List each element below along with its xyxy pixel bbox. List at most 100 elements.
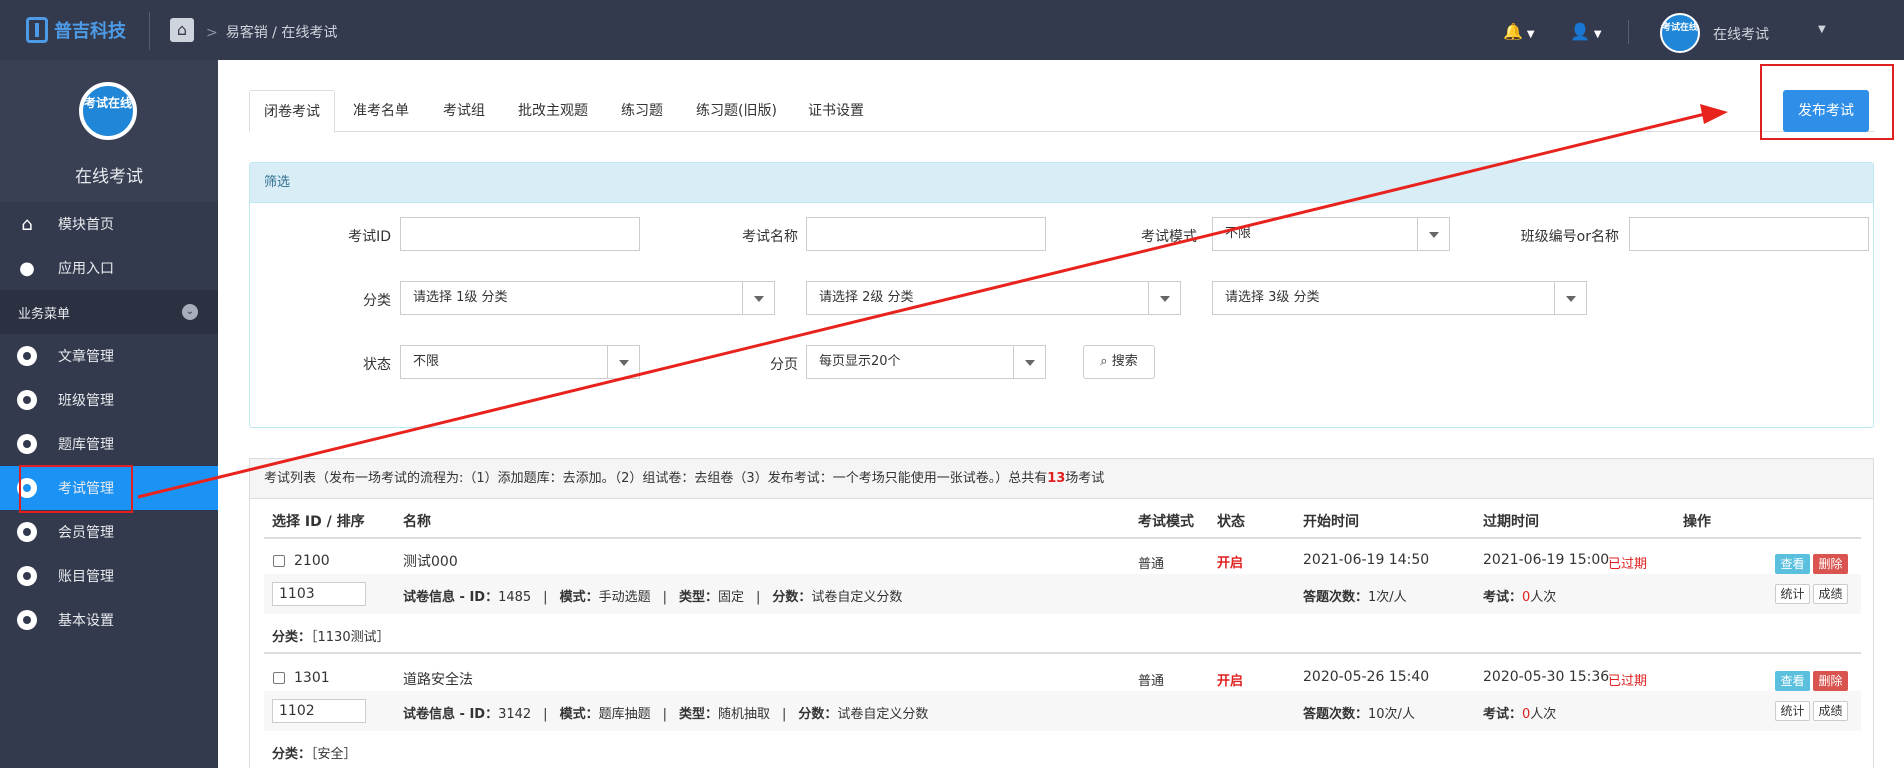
category-level3-select[interactable]: 请选择 3级 分类 — [1212, 281, 1587, 315]
sidebar-item-label: 应用入口 — [58, 261, 114, 277]
pick-mode: 题库抽题 — [598, 707, 651, 722]
sidebar-item-accounts[interactable]: 账目管理 — [0, 554, 218, 598]
examined-unit: 人次 — [1530, 590, 1557, 605]
tab-grade-subjective[interactable]: 批改主观题 — [504, 90, 602, 132]
examined-label: 考试： — [1483, 590, 1523, 605]
pick-mode-label: 模式： — [559, 707, 599, 722]
notification-bell-icon[interactable]: 🔔 ▼ — [1503, 22, 1535, 41]
home-icon[interactable]: ⌂ — [170, 18, 194, 42]
tab-exam-group[interactable]: 考试组 — [429, 90, 499, 132]
breadcrumb: > 易客销 / 在线考试 — [206, 22, 337, 42]
sidebar-item-members[interactable]: 会员管理 — [0, 510, 218, 554]
chevron-down-icon — [1013, 346, 1045, 378]
exam-mode: 普通 — [1138, 557, 1165, 572]
sidebar-logo: 考试在线 — [79, 82, 137, 140]
avatar[interactable]: 考试在线 — [1660, 13, 1700, 53]
home-icon: ⌂ — [21, 213, 33, 235]
sidebar-section-business[interactable]: 业务菜单 ⌄ — [0, 290, 218, 334]
category-value: ［1130测试］ — [311, 630, 390, 645]
chevron-down-icon — [1417, 218, 1449, 250]
stats-button[interactable]: 统计 — [1775, 584, 1810, 604]
score-label: 分数： — [772, 590, 812, 605]
score-label: 分数： — [798, 707, 838, 722]
pick-mode: 手动选题 — [598, 590, 651, 605]
sidebar-header: 考试在线 在线考试 — [0, 60, 218, 202]
user-menu-icon[interactable]: 👤 ▼ — [1570, 22, 1602, 41]
class-input[interactable] — [1629, 217, 1869, 251]
chevron-down-icon — [1148, 282, 1180, 314]
column-header-status: 状态 — [1217, 514, 1245, 530]
breadcrumb-text[interactable]: 易客销 / 在线考试 — [226, 25, 338, 41]
paper-info-label: 试卷信息 - ID： — [403, 590, 499, 605]
sidebar: 考试在线 在线考试 ⌂ 模块首页 ● 应用入口 业务菜单 ⌄ 文章管理 班级管理… — [0, 60, 218, 768]
filter-panel: 筛选 考试ID 考试名称 考试模式 不限 班级编号or名称 分类 请选择 1级 … — [249, 162, 1874, 428]
tab-practice-legacy[interactable]: 练习题(旧版) — [682, 90, 791, 132]
brand-logo[interactable]: 普吉科技 — [26, 16, 126, 44]
category-value: ［安全］ — [311, 747, 357, 762]
sidebar-item-question-bank[interactable]: 题库管理 — [0, 422, 218, 466]
brand-name: 普吉科技 — [54, 21, 126, 42]
user-name[interactable]: 在线考试 — [1713, 24, 1769, 44]
sidebar-item-home[interactable]: ⌂ 模块首页 — [0, 202, 218, 246]
row-select-checkbox[interactable] — [273, 672, 285, 684]
delete-button[interactable]: 删除 — [1813, 671, 1848, 691]
paging-select[interactable]: 每页显示20个 — [806, 345, 1046, 379]
chevron-down-icon: ▼ — [1593, 29, 1602, 40]
sidebar-item-settings[interactable]: 基本设置 — [0, 598, 218, 642]
expired-label: 已过期 — [1608, 557, 1648, 572]
examined-unit: 人次 — [1530, 707, 1557, 722]
exam-id: 1301 — [294, 670, 330, 686]
examined-label: 考试： — [1483, 707, 1523, 722]
tab-certificate-settings[interactable]: 证书设置 — [794, 90, 878, 132]
score-mode: 试卷自定义分数 — [811, 590, 903, 605]
exam-name[interactable]: 测试000 — [403, 551, 458, 571]
chevron-down-icon — [1554, 282, 1586, 314]
sidebar-item-classes[interactable]: 班级管理 — [0, 378, 218, 422]
exam-name[interactable]: 道路安全法 — [403, 669, 473, 689]
score-mode: 试卷自定义分数 — [837, 707, 929, 722]
sidebar-item-articles[interactable]: 文章管理 — [0, 334, 218, 378]
attempts-value: 1次/人 — [1368, 590, 1407, 605]
attempts-label: 答题次数： — [1303, 707, 1369, 722]
category-level2-select[interactable]: 请选择 2级 分类 — [806, 281, 1181, 315]
filter-title: 筛选 — [250, 163, 1873, 203]
exam-mode-select[interactable]: 不限 — [1212, 217, 1450, 251]
status-value: 不限 — [413, 354, 440, 369]
search-button-label: 搜索 — [1111, 354, 1138, 369]
grades-button[interactable]: 成绩 — [1813, 701, 1848, 721]
exam-list-panel: 考试列表（发布一场考试的流程为:（1）添加题库：去添加。（2）组试卷：去组卷（3… — [249, 458, 1874, 768]
status-badge: 开启 — [1217, 556, 1244, 571]
delete-button[interactable]: 删除 — [1813, 554, 1848, 574]
tab-practice[interactable]: 练习题 — [607, 90, 677, 132]
search-button[interactable]: ⌕ 搜索 — [1083, 345, 1155, 379]
chevron-down-icon[interactable]: ▼ — [1818, 24, 1826, 35]
highlight-box — [1760, 64, 1894, 140]
breadcrumb-chevron-icon: > — [206, 25, 218, 41]
start-time: 2021-06-19 14:50 — [1303, 552, 1430, 568]
sort-order-input[interactable]: 1103 — [272, 582, 366, 606]
view-button[interactable]: 查看 — [1775, 671, 1810, 691]
pick-mode-label: 模式： — [559, 590, 599, 605]
exam-name-input[interactable] — [806, 217, 1046, 251]
chevron-down-icon — [742, 282, 774, 314]
grades-button[interactable]: 成绩 — [1813, 584, 1848, 604]
sidebar-item-label: 账目管理 — [58, 569, 114, 585]
tab-admission-list[interactable]: 准考名单 — [339, 90, 423, 132]
tab-closed-exam[interactable]: 闭卷考试 — [249, 90, 335, 133]
sidebar-title: 在线考试 — [75, 167, 143, 187]
sidebar-item-app-entry[interactable]: ● 应用入口 — [0, 246, 218, 290]
row-select-checkbox[interactable] — [273, 555, 285, 567]
sort-order-input[interactable]: 1102 — [272, 699, 366, 723]
exam-count: 13 — [1047, 471, 1066, 486]
collapse-toggle-icon[interactable]: ⌄ — [182, 304, 198, 320]
class-label: 班级编号or名称 — [1520, 229, 1619, 245]
stats-button[interactable]: 统计 — [1775, 701, 1810, 721]
exam-id-input[interactable] — [400, 217, 640, 251]
chat-icon: ● — [19, 257, 35, 279]
main-content: 闭卷考试 准考名单 考试组 批改主观题 练习题 练习题(旧版) 证书设置 发布考… — [218, 60, 1904, 768]
view-button[interactable]: 查看 — [1775, 554, 1810, 574]
sidebar-item-label: 会员管理 — [58, 525, 114, 541]
status-select[interactable]: 不限 — [400, 345, 640, 379]
end-time: 2020-05-30 15:36 — [1483, 669, 1610, 685]
category-level1-select[interactable]: 请选择 1级 分类 — [400, 281, 775, 315]
